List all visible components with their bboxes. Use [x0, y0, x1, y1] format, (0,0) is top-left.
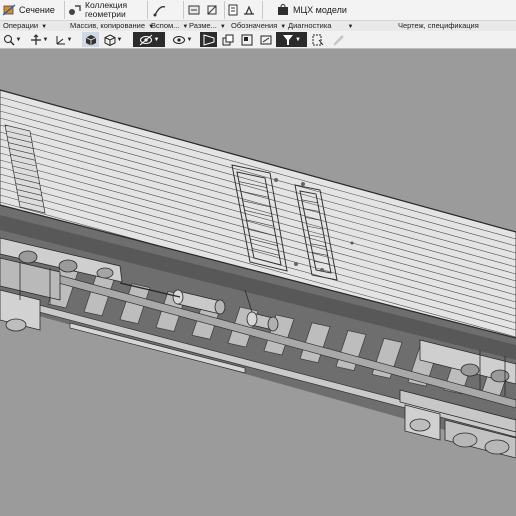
measure-icon [205, 3, 219, 17]
railcar-model [0, 89, 516, 459]
pen-button[interactable] [329, 32, 347, 47]
group-diagnostics[interactable]: Диагностика ▼ [288, 21, 353, 31]
chevron-down-icon: ▼ [347, 24, 354, 30]
collection-label-line2: геометрии [85, 9, 126, 19]
dimension-icon [187, 3, 201, 17]
mcx-label: МЦХ модели [293, 5, 347, 15]
display-mode-button[interactable]: ▼ [168, 32, 196, 47]
group-designations[interactable]: Обозначения ▼ [231, 21, 286, 31]
curve-button[interactable] [153, 0, 170, 20]
geometry-collection-icon [68, 3, 82, 17]
mass-properties-button[interactable]: МЦХ модели [276, 0, 347, 20]
dimension-button[interactable] [187, 0, 204, 20]
group-auxiliary[interactable]: Вспом... ▼ [151, 21, 188, 31]
perspective-icon [203, 33, 214, 46]
measure-button[interactable] [205, 0, 222, 20]
sketch-icon [260, 35, 271, 44]
orientation-button[interactable]: ▼ [52, 32, 74, 47]
curve-icon [153, 3, 167, 17]
designation-button[interactable] [226, 0, 243, 20]
cube-shaded-icon [85, 34, 96, 45]
chevron-down-icon: ▼ [182, 24, 189, 30]
pen-icon [333, 34, 344, 45]
chevron-down-icon: ▼ [219, 24, 226, 30]
zoom-button[interactable]: ▼ [1, 32, 23, 47]
wireframe-view-button[interactable]: ▼ [101, 32, 125, 47]
eye-hidden-icon [139, 34, 152, 45]
filter-icon [283, 34, 294, 45]
selection-filter-icon [312, 34, 324, 45]
weld-icon [242, 3, 256, 17]
axes-icon [56, 35, 65, 44]
cube-wireframe-icon [104, 33, 116, 46]
group-operations[interactable]: Операции ▼ [3, 21, 47, 31]
geometry-collection-button[interactable]: Коллекция геометрии [68, 0, 127, 20]
chevron-down-icon: ▼ [280, 24, 287, 30]
filter-button[interactable]: ▼ [276, 32, 307, 47]
chevron-down-icon: ▼ [41, 24, 48, 30]
weld-button[interactable] [242, 0, 259, 20]
ribbon: Сечение Коллекция геометрии МЦХ модели [0, 0, 516, 20]
group-dimensions[interactable]: Разме... ▼ [189, 21, 226, 31]
view-toolbar: ▼ ▼ ▼ ▼ ▼ ▼ ▼ [0, 31, 516, 49]
zoom-icon [3, 34, 14, 45]
eye-icon [172, 35, 185, 44]
sketch-button[interactable] [257, 32, 274, 47]
perspective-button[interactable] [200, 32, 217, 47]
model-viewport[interactable] [0, 49, 516, 516]
section-button[interactable]: Сечение [2, 0, 55, 20]
pan-button[interactable]: ▼ [29, 32, 49, 47]
layers-button[interactable] [219, 32, 236, 47]
designation-icon [226, 3, 240, 17]
group-mass-copy[interactable]: Массив, копирование ▼ [70, 21, 154, 31]
components-button[interactable] [238, 32, 255, 47]
hide-button[interactable]: ▼ [133, 32, 165, 47]
components-icon [241, 34, 252, 45]
group-drawing-spec[interactable]: Чертеж, спецификация [398, 21, 479, 31]
selection-filter-button[interactable] [309, 32, 327, 47]
mass-properties-icon [276, 3, 290, 17]
section-label: Сечение [19, 5, 55, 15]
shaded-view-button[interactable] [82, 32, 99, 47]
layers-icon [222, 34, 233, 45]
pan-icon [30, 33, 41, 45]
section-icon [2, 3, 16, 17]
